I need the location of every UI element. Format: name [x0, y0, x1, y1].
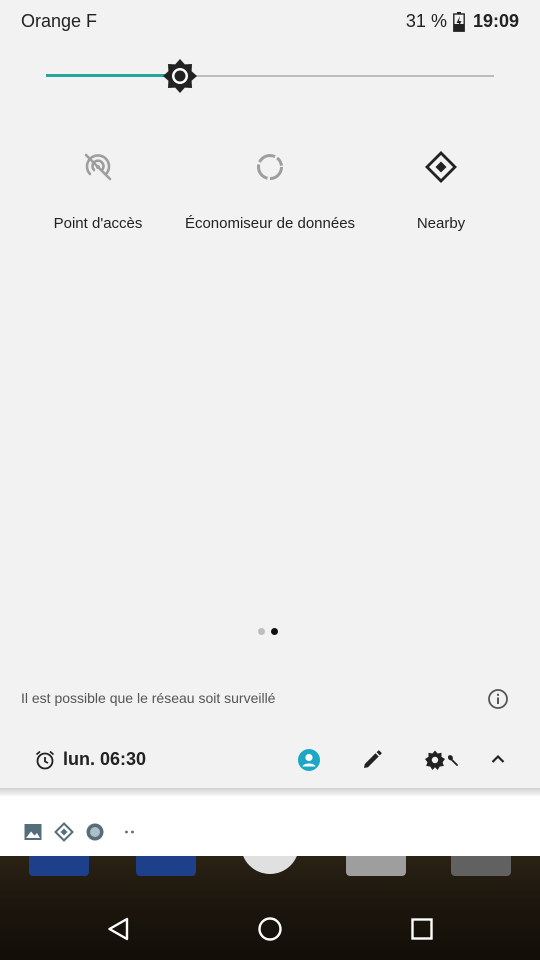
status-right: 31 % 19:09 — [406, 11, 519, 32]
alarm-icon[interactable] — [34, 749, 56, 771]
tile-data-saver[interactable]: Économiseur de données — [180, 140, 360, 233]
page-dot[interactable] — [258, 628, 265, 635]
brightness-track-fill — [46, 74, 180, 77]
network-monitoring-message[interactable]: Il est possible que le réseau soit surve… — [21, 690, 275, 706]
tile-label: Point d'accès — [53, 215, 143, 232]
home-screen-wallpaper — [0, 856, 540, 960]
home-icon[interactable] — [255, 914, 285, 944]
tile-nearby[interactable]: Nearby — [351, 140, 531, 233]
carrier-name: Orange F — [21, 11, 98, 31]
dock-app[interactable] — [29, 856, 89, 876]
dock-app[interactable] — [346, 856, 406, 876]
recents-icon[interactable] — [407, 914, 437, 944]
page-indicator — [258, 628, 278, 635]
image-icon — [24, 824, 42, 840]
battery-percent: 31 % — [405, 11, 447, 31]
brightness-slider[interactable] — [46, 56, 494, 96]
quick-settings-footer: lun. 06:30 — [0, 740, 540, 780]
hotspot-off-icon — [84, 153, 112, 181]
edit-icon[interactable] — [361, 749, 383, 771]
dock-app[interactable] — [451, 856, 511, 876]
panel-shadow — [0, 788, 540, 796]
dock-app[interactable] — [136, 856, 196, 876]
dock-app[interactable] — [241, 856, 299, 874]
settings-icon[interactable] — [424, 748, 464, 772]
chevron-up-icon[interactable] — [487, 748, 509, 770]
tile-hotspot[interactable]: Point d'accès — [8, 140, 188, 233]
quick-settings-panel: Orange F 31 % 19:09 Point d'accès Économ… — [0, 0, 540, 792]
nearby-icon — [425, 151, 457, 183]
notification-shelf[interactable] — [0, 796, 540, 856]
clock: 19:09 — [472, 11, 519, 31]
next-alarm[interactable]: lun. 06:30 — [63, 749, 146, 770]
back-icon[interactable] — [104, 914, 134, 944]
status-bar: Orange F 31 % 19:09 — [0, 0, 540, 44]
data-saver-icon — [257, 154, 283, 180]
brightness-icon[interactable] — [162, 58, 198, 94]
battery-charging-icon — [453, 11, 465, 32]
tile-label: Économiseur de données — [184, 215, 356, 232]
nearby-icon — [54, 822, 74, 842]
page-dot-active[interactable] — [271, 628, 278, 635]
more-dots-icon — [125, 830, 134, 834]
info-icon[interactable] — [487, 688, 509, 710]
circle-icon — [86, 823, 104, 841]
tile-label: Nearby — [416, 215, 466, 232]
user-icon[interactable] — [297, 748, 321, 772]
